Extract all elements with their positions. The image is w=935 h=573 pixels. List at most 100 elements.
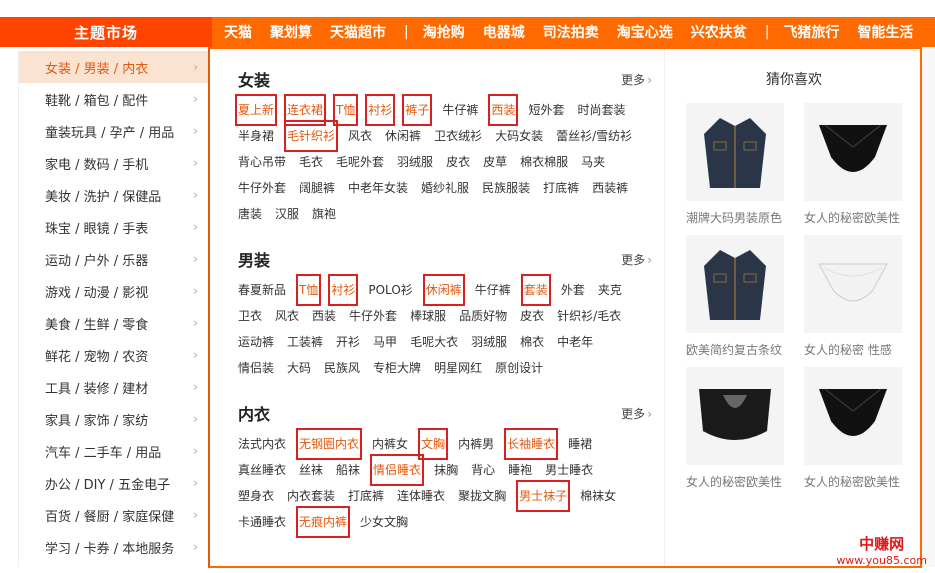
category-tag-link[interactable]: 大码 bbox=[287, 355, 311, 381]
category-tag-link[interactable]: 棉衣棉服 bbox=[520, 149, 568, 175]
sidebar-category-item[interactable]: 办公 / DIY / 五金电子 › bbox=[19, 467, 208, 499]
category-tag-link[interactable]: 无痕内裤 bbox=[296, 506, 351, 538]
category-tag-link[interactable]: 卫衣 bbox=[238, 303, 262, 329]
product-caption[interactable]: 女人的秘密欧美性 bbox=[804, 209, 902, 225]
category-tag-link[interactable]: 短外套 bbox=[528, 97, 564, 123]
recommend-product-card[interactable]: 潮牌大码男装原色 bbox=[686, 103, 784, 225]
category-tag-link[interactable]: 棉衣 bbox=[520, 329, 544, 355]
recommend-product-card[interactable]: 女人的秘密欧美性 bbox=[686, 367, 784, 489]
category-tag-link[interactable]: 套装 bbox=[520, 274, 551, 306]
category-tag-link[interactable]: 卫衣绒衫 bbox=[434, 123, 482, 149]
category-tag-link[interactable]: 马夹 bbox=[581, 149, 605, 175]
product-caption[interactable]: 女人的秘密 性感 bbox=[804, 341, 902, 357]
category-tag-link[interactable]: 春夏新品 bbox=[238, 277, 286, 303]
recommend-product-card[interactable]: 欧美简约复古条纹 bbox=[686, 235, 784, 357]
product-caption[interactable]: 潮牌大码男装原色 bbox=[686, 209, 784, 225]
category-tag-link[interactable]: 开衫 bbox=[336, 329, 360, 355]
category-tag-link[interactable]: 品质好物 bbox=[459, 303, 507, 329]
category-tag-link[interactable]: 原创设计 bbox=[495, 355, 543, 381]
sidebar-category-item[interactable]: 美妆 / 洗护 / 保健品 › bbox=[19, 179, 208, 211]
category-tag-link[interactable]: 旗袍 bbox=[312, 201, 336, 227]
category-tag-link[interactable]: 西装裤 bbox=[592, 175, 628, 201]
nav-link[interactable]: 天猫 bbox=[224, 22, 252, 42]
category-tag-link[interactable]: 婚纱礼服 bbox=[421, 175, 469, 201]
category-tag-link[interactable]: 针织衫/毛衣 bbox=[557, 303, 621, 329]
category-tag-link[interactable]: 长袖睡衣 bbox=[504, 428, 559, 460]
nav-link[interactable]: 电器城 bbox=[483, 22, 525, 42]
category-tag-link[interactable]: 运动裤 bbox=[238, 329, 274, 355]
denim-jacket-icon[interactable] bbox=[686, 103, 784, 201]
category-tag-link[interactable]: 牛仔裤 bbox=[442, 97, 478, 123]
category-tag-link[interactable]: 船袜 bbox=[336, 457, 360, 483]
category-tag-link[interactable]: 明星网红 bbox=[434, 355, 482, 381]
sidebar-category-item[interactable]: 鲜花 / 宠物 / 农资 › bbox=[19, 339, 208, 371]
sidebar-category-item[interactable]: 童装玩具 / 孕产 / 用品 › bbox=[19, 115, 208, 147]
category-tag-link[interactable]: 男士睡衣 bbox=[545, 457, 593, 483]
category-tag-link[interactable]: 牛仔外套 bbox=[349, 303, 397, 329]
category-tag-link[interactable]: 时尚套装 bbox=[577, 97, 625, 123]
category-tag-link[interactable]: 少女文胸 bbox=[360, 509, 408, 535]
category-tag-link[interactable]: 无钢圈内衣 bbox=[296, 428, 363, 460]
sidebar-category-item[interactable]: 工具 / 装修 / 建材 › bbox=[19, 371, 208, 403]
category-tag-link[interactable]: 半身裙 bbox=[238, 123, 274, 149]
category-tag-link[interactable]: 工装裤 bbox=[287, 329, 323, 355]
category-tag-link[interactable]: 休闲裤 bbox=[422, 274, 465, 306]
category-tag-link[interactable]: T恤 bbox=[295, 274, 322, 306]
sidebar-category-item[interactable]: 珠宝 / 眼镜 / 手表 › bbox=[19, 211, 208, 243]
category-tag-link[interactable]: 打底裤 bbox=[348, 483, 384, 509]
sidebar-category-item[interactable]: 家具 / 家饰 / 家纺 › bbox=[19, 403, 208, 435]
category-tag-link[interactable]: 马甲 bbox=[373, 329, 397, 355]
category-tag-link[interactable]: 羽绒服 bbox=[397, 149, 433, 175]
lace-lingerie-icon[interactable] bbox=[686, 367, 784, 465]
category-tag-link[interactable]: 情侣装 bbox=[238, 355, 274, 381]
category-tag-link[interactable]: 情侣睡衣 bbox=[370, 454, 425, 486]
black-lingerie-icon[interactable] bbox=[804, 367, 902, 465]
category-tag-link[interactable]: 风衣 bbox=[275, 303, 299, 329]
nav-link[interactable]: 聚划算 bbox=[270, 22, 312, 42]
nav-link[interactable]: 兴农扶贫 bbox=[691, 22, 747, 42]
sidebar-category-item[interactable]: 家电 / 数码 / 手机 › bbox=[19, 147, 208, 179]
category-tag-link[interactable]: 毛呢大衣 bbox=[410, 329, 458, 355]
category-tag-link[interactable]: 阔腿裤 bbox=[299, 175, 335, 201]
category-tag-link[interactable]: 蕾丝衫/雪纺衫 bbox=[556, 123, 632, 149]
category-tag-link[interactable]: 夹克 bbox=[598, 277, 622, 303]
category-tag-link[interactable]: 牛仔外套 bbox=[238, 175, 286, 201]
sidebar-category-item[interactable]: 汽车 / 二手车 / 用品 › bbox=[19, 435, 208, 467]
recommend-product-card[interactable]: 女人的秘密欧美性 bbox=[804, 103, 902, 225]
sidebar-category-item[interactable]: 女装 / 男装 / 内衣 › bbox=[19, 51, 208, 83]
category-tag-link[interactable]: T恤 bbox=[332, 94, 359, 126]
recommend-product-card[interactable]: 女人的秘密 性感 bbox=[804, 235, 902, 357]
category-tag-link[interactable]: 背心吊带 bbox=[238, 149, 286, 175]
nav-link[interactable]: 飞猪旅行 bbox=[783, 22, 839, 42]
nav-link[interactable]: 天猫超市 bbox=[330, 22, 386, 42]
nav-link[interactable]: 淘宝心选 bbox=[617, 22, 673, 42]
category-tag-link[interactable]: 汉服 bbox=[275, 201, 299, 227]
more-link[interactable]: 更多 › bbox=[621, 251, 652, 268]
category-tag-link[interactable]: 夏上新 bbox=[234, 94, 278, 126]
product-caption[interactable]: 女人的秘密欧美性 bbox=[804, 473, 902, 489]
category-tag-link[interactable]: 牛仔裤 bbox=[475, 277, 511, 303]
more-link[interactable]: 更多 › bbox=[621, 405, 652, 422]
nav-link[interactable]: 司法拍卖 bbox=[543, 22, 599, 42]
category-tag-link[interactable]: 棉袜女 bbox=[580, 483, 616, 509]
category-tag-link[interactable]: 休闲裤 bbox=[385, 123, 421, 149]
category-tag-link[interactable]: 睡裙 bbox=[568, 431, 592, 457]
category-tag-link[interactable]: 毛呢外套 bbox=[336, 149, 384, 175]
category-tag-link[interactable]: 背心 bbox=[471, 457, 495, 483]
category-tag-link[interactable]: 内裤女 bbox=[372, 431, 408, 457]
category-tag-link[interactable]: 男士袜子 bbox=[516, 480, 571, 512]
sidebar-category-item[interactable]: 百货 / 餐厨 / 家庭保健 › bbox=[19, 499, 208, 531]
category-tag-link[interactable]: 大码女装 bbox=[495, 123, 543, 149]
white-lingerie-icon[interactable] bbox=[804, 235, 902, 333]
product-caption[interactable]: 女人的秘密欧美性 bbox=[686, 473, 784, 489]
category-tag-link[interactable]: 聚拢文胸 bbox=[458, 483, 506, 509]
category-tag-link[interactable]: POLO衫 bbox=[368, 277, 412, 303]
category-tag-link[interactable]: 毛针织衫 bbox=[284, 120, 339, 152]
category-tag-link[interactable]: 中老年 bbox=[557, 329, 593, 355]
category-tag-link[interactable]: 西装 bbox=[312, 303, 336, 329]
category-tag-link[interactable]: 抹胸 bbox=[434, 457, 458, 483]
category-tag-link[interactable]: 内衣套装 bbox=[287, 483, 335, 509]
recommend-product-card[interactable]: 女人的秘密欧美性 bbox=[804, 367, 902, 489]
more-link[interactable]: 更多 › bbox=[621, 71, 652, 88]
category-tag-link[interactable]: 衬衫 bbox=[365, 94, 396, 126]
